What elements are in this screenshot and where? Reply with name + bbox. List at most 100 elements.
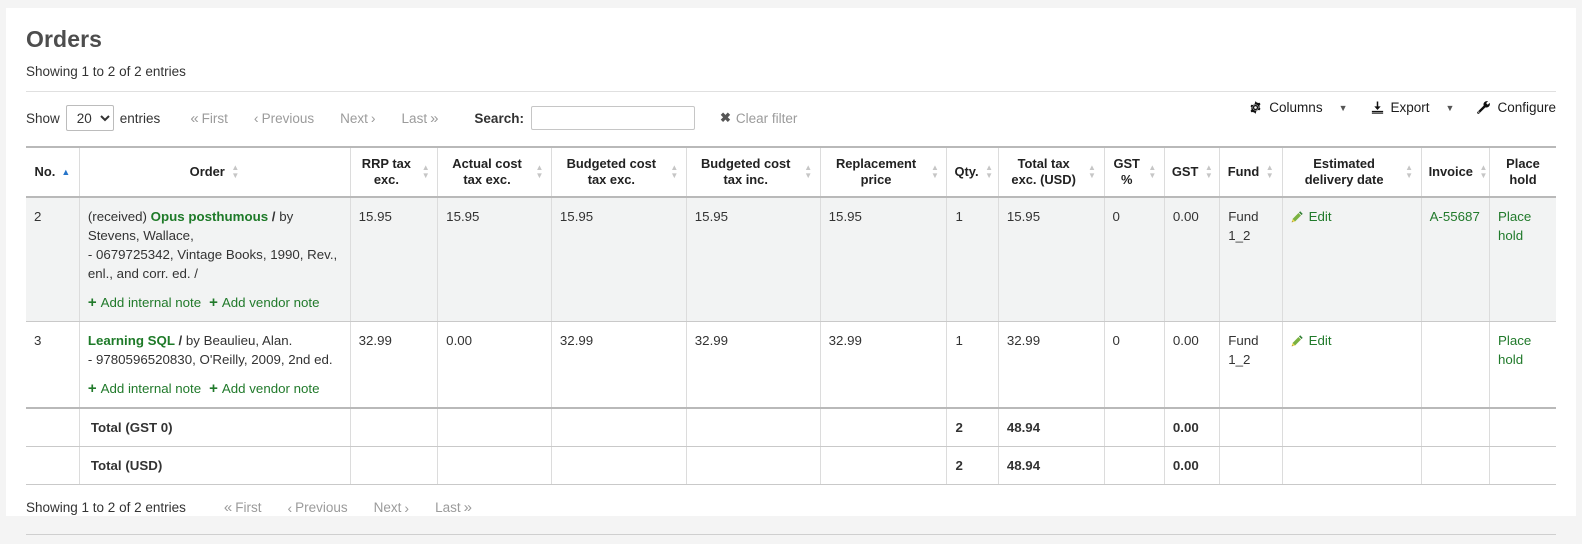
columns-label: Columns xyxy=(1269,100,1322,115)
col-label: Budgeted cost tax exc. xyxy=(559,156,664,188)
col-header-replacement-price[interactable]: Replacement price ▲▼ xyxy=(820,147,947,197)
cell-qty: 1 xyxy=(947,197,998,322)
cell-replacement-price: 32.99 xyxy=(820,322,947,409)
total-tax-exc-usd: 48.94 xyxy=(998,408,1104,447)
entries-label: entries xyxy=(120,111,161,126)
pagination-next-label: Next xyxy=(374,500,402,515)
biblio-title-link[interactable]: Learning SQL xyxy=(88,333,175,348)
cell-fund: Fund 1_2 xyxy=(1220,197,1282,322)
col-label: Actual cost tax exc. xyxy=(445,156,529,188)
place-hold-link[interactable]: Place hold xyxy=(1498,333,1531,367)
edit-delivery-date-link[interactable]: Edit xyxy=(1291,331,1332,350)
cell-actual-cost-tax-exc: 15.95 xyxy=(438,197,552,322)
col-header-budgeted-cost-tax-exc[interactable]: Budgeted cost tax exc. ▲▼ xyxy=(551,147,686,197)
col-header-estimated-delivery-date[interactable]: Estimated delivery date ▲▼ xyxy=(1282,147,1421,197)
total-spacer xyxy=(1220,447,1282,485)
pagination-first-label: First xyxy=(235,500,261,515)
sort-both-icon: ▲▼ xyxy=(985,164,994,180)
sort-both-icon: ▲▼ xyxy=(421,164,430,180)
col-header-order[interactable]: Order ▲▼ xyxy=(79,147,350,197)
cell-budgeted-cost-tax-exc: 15.95 xyxy=(551,197,686,322)
show-label: Show xyxy=(26,111,60,126)
sort-both-icon: ▲▼ xyxy=(1265,164,1274,180)
total-row-usd: Total (USD) 2 48.94 0.00 xyxy=(26,447,1556,485)
total-spacer xyxy=(551,408,686,447)
pagination-previous-bottom[interactable]: ‹ Previous xyxy=(287,500,347,516)
configure-button[interactable]: Configure xyxy=(1476,100,1556,115)
close-x-icon: ✖ xyxy=(720,110,731,126)
add-internal-note-link[interactable]: + Add internal note xyxy=(88,293,201,312)
cell-invoice xyxy=(1421,322,1489,409)
pagination-next-top[interactable]: Next › xyxy=(340,110,375,126)
plus-icon: + xyxy=(209,295,218,310)
title-separator: / xyxy=(268,209,279,224)
plus-icon: + xyxy=(88,381,97,396)
invoice-link[interactable]: A-55687 xyxy=(1430,209,1480,224)
total-spacer xyxy=(1490,447,1557,485)
total-spacer xyxy=(1104,447,1164,485)
col-header-invoice[interactable]: Invoice ▲▼ xyxy=(1421,147,1489,197)
cell-rrp-tax-exc: 32.99 xyxy=(350,322,438,409)
sort-both-icon: ▲▼ xyxy=(1204,164,1213,180)
col-label: No. xyxy=(35,164,56,180)
col-label: Total tax exc. (USD) xyxy=(1006,156,1082,188)
search-input[interactable] xyxy=(531,106,695,130)
col-header-gst[interactable]: GST ▲▼ xyxy=(1164,147,1219,197)
biblio-title-link[interactable]: Opus posthumous xyxy=(151,209,268,224)
columns-button[interactable]: Columns ▼ xyxy=(1248,100,1347,115)
col-label: Qty. xyxy=(954,164,978,180)
chevron-double-left-icon: « xyxy=(224,499,232,516)
sort-both-icon: ▲▼ xyxy=(1148,164,1157,180)
total-label: Total (USD) xyxy=(79,447,350,485)
edit-delivery-date-link[interactable]: Edit xyxy=(1291,207,1332,226)
pagination-last-label: Last xyxy=(402,111,428,126)
total-spacer xyxy=(1421,447,1489,485)
page-length-select[interactable]: 20 xyxy=(66,105,114,131)
col-label: Invoice xyxy=(1429,164,1473,180)
chevron-right-icon: › xyxy=(404,500,409,516)
col-header-rrp-tax-exc[interactable]: RRP tax exc. ▲▼ xyxy=(350,147,438,197)
col-header-fund[interactable]: Fund ▲▼ xyxy=(1220,147,1282,197)
add-vendor-note-link[interactable]: + Add vendor note xyxy=(209,293,319,312)
total-spacer xyxy=(686,447,820,485)
sort-both-icon: ▲▼ xyxy=(1405,164,1414,180)
col-header-qty[interactable]: Qty. ▲▼ xyxy=(947,147,998,197)
total-spacer xyxy=(1220,408,1282,447)
col-header-budgeted-cost-tax-inc[interactable]: Budgeted cost tax inc. ▲▼ xyxy=(686,147,820,197)
cell-order: Learning SQL / by Beaulieu, Alan. - 9780… xyxy=(79,322,350,409)
cell-budgeted-cost-tax-inc: 32.99 xyxy=(686,322,820,409)
cell-gst: 0.00 xyxy=(1164,322,1219,409)
cell-no: 3 xyxy=(26,322,79,409)
pagination-first-bottom[interactable]: « First xyxy=(224,499,262,516)
col-header-place-hold: Place hold xyxy=(1490,147,1557,197)
col-label: Replacement price xyxy=(828,156,925,188)
sort-both-icon: ▲▼ xyxy=(930,164,939,180)
pagination-first-top[interactable]: « First xyxy=(190,110,228,127)
total-spacer xyxy=(350,408,438,447)
pagination-last-bottom[interactable]: Last » xyxy=(435,499,472,516)
col-header-gst-percent[interactable]: GST % ▲▼ xyxy=(1104,147,1164,197)
add-vendor-note-link[interactable]: + Add vendor note xyxy=(209,379,319,398)
table-row: 3 Learning SQL / by Beaulieu, Alan. - 97… xyxy=(26,322,1556,409)
sort-both-icon: ▲▼ xyxy=(804,164,813,180)
cell-rrp-tax-exc: 15.95 xyxy=(350,197,438,322)
add-internal-note-link[interactable]: + Add internal note xyxy=(88,379,201,398)
table-toolbar: Columns ▼ Export ▼ xyxy=(1248,100,1556,115)
col-header-actual-cost-tax-exc[interactable]: Actual cost tax exc. ▲▼ xyxy=(438,147,552,197)
sort-both-icon: ▲▼ xyxy=(231,164,240,180)
col-header-total-tax-exc-usd[interactable]: Total tax exc. (USD) ▲▼ xyxy=(998,147,1104,197)
chevron-double-right-icon: » xyxy=(430,110,438,127)
pagination-previous-top[interactable]: ‹ Previous xyxy=(254,110,314,126)
gear-icon xyxy=(1248,100,1263,115)
order-author: by Beaulieu, Alan. xyxy=(186,333,292,348)
total-gst: 0.00 xyxy=(1164,408,1219,447)
export-button[interactable]: Export ▼ xyxy=(1370,100,1455,115)
col-header-no[interactable]: No. ▲ xyxy=(26,147,79,197)
clear-filter-button[interactable]: ✖ Clear filter xyxy=(720,110,797,126)
pagination-next-bottom[interactable]: Next › xyxy=(374,500,409,516)
pagination-last-top[interactable]: Last » xyxy=(402,110,439,127)
cell-place-hold: Place hold xyxy=(1490,197,1557,322)
clear-filter-label: Clear filter xyxy=(736,111,798,126)
place-hold-link[interactable]: Place hold xyxy=(1498,209,1531,243)
total-row-gst: Total (GST 0) 2 48.94 0.00 xyxy=(26,408,1556,447)
